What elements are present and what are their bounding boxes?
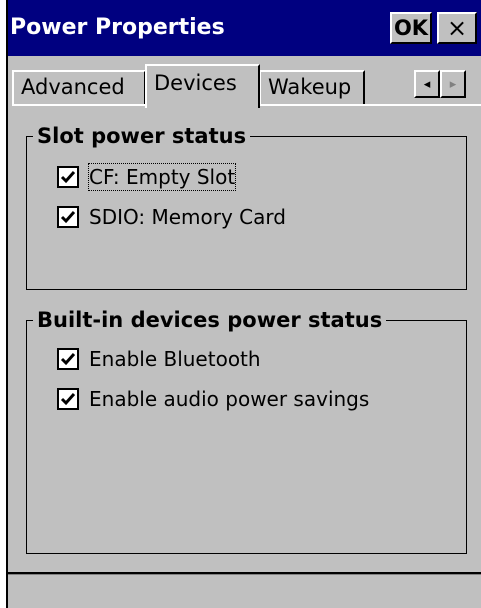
slot-power-status-group: Slot power status CF: Empty Slot SDIO: M… bbox=[26, 123, 467, 290]
tab-devices[interactable]: Devices bbox=[145, 64, 260, 108]
close-button[interactable]: × bbox=[437, 12, 477, 44]
audio-savings-checkbox[interactable] bbox=[57, 388, 79, 410]
checkmark-icon bbox=[60, 353, 76, 366]
audio-savings-checkbox-row[interactable]: Enable audio power savings bbox=[57, 385, 369, 413]
checkmark-icon bbox=[60, 393, 76, 406]
bluetooth-label: Enable Bluetooth bbox=[89, 347, 261, 371]
title-bar: Power Properties OK × bbox=[8, 0, 481, 56]
sdio-checkbox[interactable] bbox=[57, 206, 79, 228]
ok-button[interactable]: OK bbox=[390, 12, 432, 44]
sdio-checkbox-row[interactable]: SDIO: Memory Card bbox=[57, 203, 286, 231]
tab-wakeup[interactable]: Wakeup bbox=[259, 70, 365, 104]
builtin-devices-group: Built-in devices power status Enable Blu… bbox=[26, 307, 467, 554]
audio-savings-label: Enable audio power savings bbox=[89, 387, 370, 411]
slot-power-status-title: Slot power status bbox=[33, 123, 251, 149]
checkmark-icon bbox=[60, 211, 76, 224]
tab-scroll-left-button[interactable]: ◂ bbox=[414, 70, 440, 98]
bluetooth-checkbox-row[interactable]: Enable Bluetooth bbox=[57, 345, 261, 373]
tab-scroll-right-button[interactable]: ▸ bbox=[440, 70, 466, 98]
builtin-devices-title: Built-in devices power status bbox=[33, 307, 387, 333]
checkmark-icon bbox=[60, 171, 76, 184]
window-left-border bbox=[0, 0, 8, 608]
bottom-bar bbox=[8, 572, 481, 608]
arrow-left-icon: ◂ bbox=[423, 76, 431, 92]
sdio-label: SDIO: Memory Card bbox=[89, 205, 286, 229]
cf-slot-label: CF: Empty Slot bbox=[87, 163, 237, 191]
cf-slot-checkbox[interactable] bbox=[57, 166, 79, 188]
window-title: Power Properties bbox=[10, 15, 225, 40]
tab-strip: Advanced Devices Wakeup ◂ ▸ bbox=[8, 56, 481, 112]
arrow-right-icon: ▸ bbox=[449, 76, 457, 92]
cf-slot-checkbox-row[interactable]: CF: Empty Slot bbox=[57, 163, 237, 191]
tab-advanced[interactable]: Advanced bbox=[12, 70, 146, 104]
bluetooth-checkbox[interactable] bbox=[57, 348, 79, 370]
